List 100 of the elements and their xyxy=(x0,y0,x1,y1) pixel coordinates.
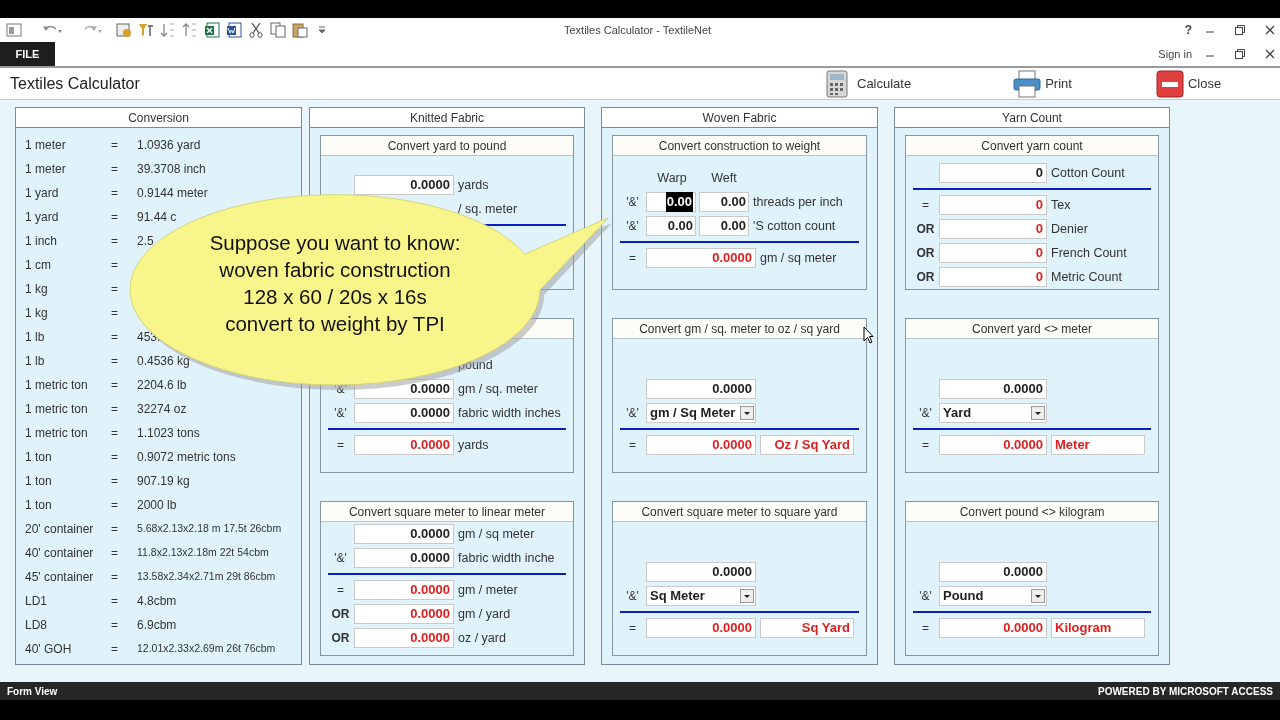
number-field[interactable]: 0 xyxy=(939,163,1047,183)
conversion-value: 1.1023 tons xyxy=(137,425,200,442)
operator-label: OR xyxy=(915,269,936,286)
equals-sign: = xyxy=(111,401,119,418)
close-icon[interactable] xyxy=(1264,24,1276,36)
scissors-icon[interactable] xyxy=(248,22,264,38)
result-field[interactable]: 0.0000 xyxy=(646,435,756,455)
unit-label: gm / meter xyxy=(458,581,518,599)
conversion-value: 2000 lb xyxy=(137,497,177,514)
window-title: Textiles Calculator - TextileNet xyxy=(564,23,712,38)
unit-label: 1 metric ton xyxy=(25,377,89,394)
filter-icon[interactable] xyxy=(138,22,154,38)
column-header: Warp xyxy=(656,169,688,187)
operator-label: '&' xyxy=(918,405,933,422)
number-field[interactable]: 0.0000 xyxy=(646,379,756,399)
number-field[interactable]: 0.00 xyxy=(699,192,749,212)
help-button[interactable]: ? xyxy=(1184,21,1192,39)
equals-sign: = xyxy=(111,425,119,442)
view-status: Form View xyxy=(7,684,58,699)
document-icon[interactable] xyxy=(226,22,242,38)
result-unit-field: Meter xyxy=(1051,435,1145,455)
unit-label: 1 meter xyxy=(25,161,67,178)
dropdown-caret-icon[interactable] xyxy=(740,406,754,420)
equals-sign: = xyxy=(111,473,119,490)
operator-label: = xyxy=(921,620,930,637)
number-field[interactable]: 0.0000 xyxy=(939,379,1047,399)
calculate-button[interactable]: Calculate xyxy=(825,70,912,98)
number-field[interactable]: 0.0000 xyxy=(646,562,756,582)
unit-label: / sq. meter xyxy=(458,200,518,218)
app-icon[interactable] xyxy=(6,23,22,37)
section-title: Woven Fabric xyxy=(602,108,877,128)
result-field[interactable]: 0.0000 xyxy=(939,435,1047,455)
customize-caret-icon[interactable] xyxy=(318,26,326,34)
number-field[interactable]: 0.0000 xyxy=(354,604,454,624)
operator-label: '&' xyxy=(333,550,348,567)
unit-dropdown[interactable]: gm / Sq Meter xyxy=(646,403,756,423)
operator-label: = xyxy=(336,582,345,599)
number-field[interactable]: 0.0000 xyxy=(354,548,454,568)
converter-title: Convert yard <> meter xyxy=(971,320,1093,338)
sort-ascending-icon[interactable] xyxy=(160,22,176,38)
number-field[interactable]: 0.00 xyxy=(699,216,749,236)
conversion-value: 4.8cbm xyxy=(137,593,177,610)
conversion-value: 39.3708 inch xyxy=(137,161,206,178)
conversion-value: 0.9144 meter xyxy=(137,185,208,202)
unit-label: 'S cotton count xyxy=(753,217,836,235)
unit-label: 1 ton xyxy=(25,473,53,490)
equals-sign: = xyxy=(111,641,119,658)
conversion-value: 91.44 c xyxy=(137,209,177,226)
number-field[interactable]: 0.0000 xyxy=(939,562,1047,582)
close-button[interactable]: Close xyxy=(1155,70,1222,98)
restore-icon[interactable] xyxy=(1234,48,1246,61)
operator-label: OR xyxy=(330,630,351,647)
sign-in-link[interactable]: Sign in xyxy=(1158,46,1192,63)
number-field[interactable]: 0.0000 xyxy=(354,524,454,544)
number-field[interactable]: 0 xyxy=(939,219,1047,239)
unit-label: 1 metric ton xyxy=(25,425,89,442)
number-field[interactable]: 0.0000 xyxy=(354,403,454,423)
converter-title: Convert pound <> kilogram xyxy=(959,503,1105,521)
unit-label: 40' GOH xyxy=(25,641,73,658)
print-button[interactable]: Print xyxy=(1013,70,1072,98)
operator-label: '&' xyxy=(918,588,933,605)
number-field[interactable]: 0.00 xyxy=(646,216,696,236)
conversion-value: 11.8x2.13x2.18m 22t 54cbm xyxy=(137,545,269,561)
unit-dropdown[interactable]: Yard xyxy=(939,403,1047,423)
restore-icon[interactable] xyxy=(1234,24,1246,36)
equals-sign: = xyxy=(111,593,119,610)
close-icon[interactable] xyxy=(1264,48,1276,61)
dropdown-caret-icon[interactable] xyxy=(1031,406,1045,420)
paste-icon[interactable] xyxy=(292,22,308,38)
unit-label: 45' container xyxy=(25,569,95,586)
spreadsheet-icon[interactable] xyxy=(204,22,220,38)
number-field[interactable]: 0.0000 xyxy=(354,628,454,648)
number-field[interactable]: 0 xyxy=(939,243,1047,263)
number-field[interactable]: 0.0000 xyxy=(646,248,756,268)
unit-dropdown[interactable]: Pound xyxy=(939,586,1047,606)
dropdown-caret-icon[interactable] xyxy=(1031,589,1045,603)
number-field[interactable]: 0.0000 xyxy=(354,435,454,455)
equals-sign: = xyxy=(111,377,119,394)
unit-label: 1 lb xyxy=(25,329,46,346)
file-tab[interactable]: FILE xyxy=(0,42,55,66)
result-field[interactable]: 0.0000 xyxy=(646,618,756,638)
number-field[interactable]: 0.00 xyxy=(646,192,696,212)
unit-label: 1 yard xyxy=(25,185,60,202)
equals-sign: = xyxy=(111,137,119,154)
number-field[interactable]: 0 xyxy=(939,195,1047,215)
operator-label: '&' xyxy=(625,405,640,422)
unit-label: yards xyxy=(458,436,489,454)
conversion-value: 0.9072 metric tons xyxy=(137,449,236,466)
result-field[interactable]: 0.0000 xyxy=(939,618,1047,638)
unit-label: fabric width inches xyxy=(458,404,561,422)
unit-dropdown[interactable]: Sq Meter xyxy=(646,586,756,606)
dropdown-caret-icon[interactable] xyxy=(740,589,754,603)
number-field[interactable]: 0.0000 xyxy=(354,580,454,600)
equals-sign: = xyxy=(111,257,119,274)
equals-sign: = xyxy=(111,185,119,202)
number-field[interactable]: 0 xyxy=(939,267,1047,287)
copy-icon[interactable] xyxy=(270,22,286,38)
form-title: Textiles Calculator xyxy=(10,73,140,94)
sort-descending-icon[interactable] xyxy=(182,22,198,38)
number-field[interactable]: 0.0000 xyxy=(354,175,454,195)
